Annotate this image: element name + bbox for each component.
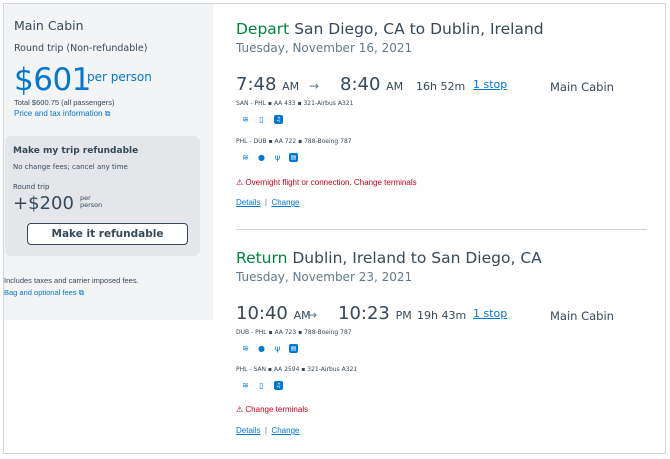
seatback-screen-icon: ▤	[289, 344, 298, 353]
wifi-icon: ≋	[242, 153, 249, 162]
price-tax-link-label[interactable]: Price and tax information	[14, 109, 103, 118]
return-arr-ampm: PM	[395, 309, 412, 322]
depart-dep-ampm: AM	[282, 80, 300, 93]
make-refundable-button[interactable]: Make it refundable	[27, 223, 188, 245]
wifi-icon: ≋	[242, 115, 249, 124]
cabin-title: Main Cabin	[14, 18, 84, 33]
return-duration: 19h 43m	[417, 309, 467, 322]
return-links: Details | Change	[236, 426, 299, 435]
return-segment-1: DUB - PHL ▪ AA 723 ▪ 788-Boeing 787	[236, 329, 352, 336]
usb-icon: ψ	[274, 153, 281, 162]
depart-label: Depart	[236, 20, 290, 38]
return-route: Dublin, Ireland to San Diego, CA	[292, 249, 542, 267]
link-separator: |	[264, 426, 267, 435]
return-cabin: Main Cabin	[550, 309, 614, 323]
usb-icon: ψ	[274, 344, 281, 353]
wifi-icon: ≋	[242, 344, 249, 353]
bag-fees-link-label[interactable]: Bag and optional fees	[4, 288, 77, 297]
bag-fees-link[interactable]: Bag and optional fees ⧉	[4, 288, 84, 298]
warning-icon: ⚠	[236, 405, 244, 414]
arrow-icon: →	[309, 79, 320, 93]
link-separator: |	[264, 198, 267, 207]
depart-route: San Diego, CA to Dublin, Ireland	[294, 20, 544, 38]
return-change-link[interactable]: Change	[271, 426, 299, 435]
depart-dep-time: 7:48 AM	[236, 74, 299, 95]
depart-segment-1: SAN - PHL ▪ AA 433 ▪ 321-Airbus A321	[236, 100, 354, 107]
device-power-icon: ▯	[259, 381, 264, 390]
return-segment-2: PHL - SAN ▪ AA 2594 ▪ 321-Airbus A321	[236, 366, 358, 373]
device-power-icon: ▯	[259, 115, 264, 124]
return-arr-time: 10:23 PM	[338, 303, 412, 324]
return-warning: ⚠ Change terminals	[236, 405, 308, 414]
return-details-link[interactable]: Details	[236, 426, 260, 435]
external-link-icon: ⧉	[104, 109, 111, 118]
depart-title: Depart San Diego, CA to Dublin, Ireland	[236, 20, 544, 38]
depart-links: Details | Change	[236, 198, 299, 207]
price: $601	[14, 62, 91, 98]
refundable-per-person: per person	[80, 194, 103, 209]
power-outlet-icon: ●	[258, 344, 265, 353]
return-warning-text: Change terminals	[245, 405, 309, 414]
warning-icon: ⚠	[236, 178, 244, 187]
entertainment-icon: ♫	[274, 115, 283, 124]
depart-warning: ⚠ Overnight flight or connection. Change…	[236, 178, 417, 187]
depart-warning-text: Overnight flight or connection. Change t…	[245, 178, 417, 187]
per-person-label: per person	[87, 70, 152, 84]
return-arr-time-value: 10:23	[338, 303, 390, 324]
refundable-round-trip: Round trip	[13, 183, 50, 191]
power-outlet-icon: ●	[258, 153, 265, 162]
depart-cabin: Main Cabin	[550, 80, 614, 94]
includes-fees-text: Includes taxes and carrier imposed fees.	[4, 276, 139, 285]
depart-arr-ampm: AM	[386, 80, 404, 93]
fare-type: Round trip (Non-refundable)	[14, 43, 148, 54]
return-date: Tuesday, November 23, 2021	[236, 270, 413, 284]
refundable-subtitle: No change fees; cancel any time	[13, 163, 128, 171]
return-title: Return Dublin, Ireland to San Diego, CA	[236, 249, 542, 267]
depart-date: Tuesday, November 16, 2021	[236, 41, 413, 55]
arrow-icon: →	[307, 308, 318, 322]
return-stops-link[interactable]: 1 stop	[473, 307, 507, 320]
depart-segment-2: PHL - DUB ▪ AA 722 ▪ 788-Boeing 787	[236, 138, 352, 145]
price-tax-link[interactable]: Price and tax information ⧉	[14, 109, 110, 119]
depart-stops-link[interactable]: 1 stop	[473, 78, 507, 91]
refundable-price: +$200	[13, 193, 74, 214]
seatback-screen-icon: ▤	[289, 153, 298, 162]
depart-details-link[interactable]: Details	[236, 198, 260, 207]
return-dep-time: 10:40 AM	[236, 303, 311, 324]
depart-duration: 16h 52m	[416, 80, 466, 93]
depart-arr-time-value: 8:40	[340, 74, 381, 95]
external-link-icon: ⧉	[78, 288, 85, 297]
return-dep-time-value: 10:40	[236, 303, 288, 324]
wifi-icon: ≋	[242, 381, 249, 390]
total-price: Total $600.75 (all passengers)	[14, 98, 115, 107]
depart-dep-time-value: 7:48	[236, 74, 277, 95]
entertainment-icon: ♫	[274, 381, 283, 390]
return-label: Return	[236, 249, 288, 267]
refundable-title: Make my trip refundable	[13, 146, 139, 156]
depart-arr-time: 8:40 AM	[340, 74, 403, 95]
section-divider	[236, 229, 647, 230]
depart-change-link[interactable]: Change	[271, 198, 299, 207]
